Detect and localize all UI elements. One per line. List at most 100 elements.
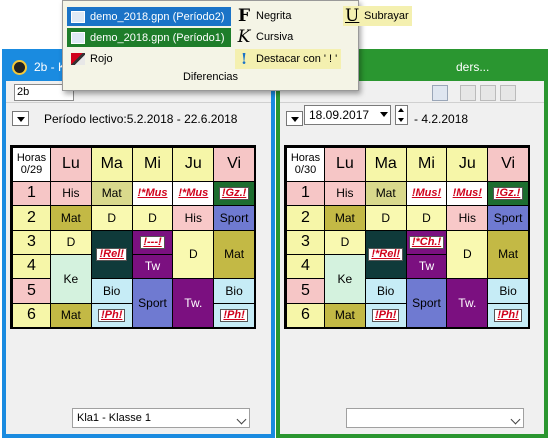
right-lesson[interactable]: Mat [365,182,406,206]
left-lesson[interactable]: Mat [214,230,254,279]
left-period-header: 4 [13,255,50,279]
left-lesson[interactable]: D [132,206,173,230]
differences-popup: demo_2018.gpn (Período2) demo_2018.gpn (… [62,0,412,91]
left-lesson[interactable]: !*Mus [132,182,173,206]
left-lesson[interactable]: !Rel! [91,230,132,279]
right-lesson[interactable]: Tw [406,255,447,279]
left-lesson-text: Tw [144,259,161,274]
left-lesson[interactable]: Tw. [173,279,214,327]
right-lesson[interactable]: Sport [406,279,447,327]
chevron-down-icon [236,414,247,425]
right-lesson[interactable]: Mat [325,303,365,327]
grid-view-icon[interactable] [432,85,448,101]
left-lesson[interactable]: Tw [132,255,173,279]
right-lesson[interactable]: Ke [325,255,365,303]
left-period-dropdown[interactable] [12,111,29,126]
left-lesson-text: Mat [224,247,245,262]
left-hours-cell: Horas 0/29 [13,148,50,181]
left-lesson-text: !Ph! [98,308,126,323]
right-lesson[interactable]: !*Rel! [365,230,406,279]
destacar-item[interactable]: ! Destacar con ' ! ' [235,49,342,69]
left-lesson[interactable]: Mat [91,182,132,206]
left-lesson[interactable]: Ke [51,255,91,303]
left-period-header: 2 [13,206,50,230]
left-lesson[interactable]: Mat [51,206,91,230]
date-field[interactable]: 18.09.2017 [304,105,391,125]
right-lesson-text: !Ph! [494,308,522,323]
right-lesson[interactable]: !Mus! [447,182,488,206]
right-lesson[interactable]: D [325,230,365,254]
date-spinner[interactable] [395,105,408,125]
left-lesson-text: !*Mus [137,186,168,199]
right-lesson[interactable]: Mat [325,206,365,230]
file-item-periodo2-label: demo_2018.gpn (Período2) [90,10,225,23]
left-lesson[interactable]: D [91,206,132,230]
exclamation-icon: ! [240,50,248,68]
right-lesson-text: !Ph! [372,308,400,323]
left-lesson[interactable]: His [173,206,214,230]
left-lesson-text: Sport [219,210,249,225]
file-item-periodo2[interactable]: demo_2018.gpn (Período2) [67,7,231,26]
right-lesson[interactable]: Bio [365,279,406,303]
underline-icon: U [345,6,360,26]
left-lesson[interactable]: !*Mus [173,182,214,206]
left-lesson[interactable]: Sport [132,279,173,327]
destacar-label: Destacar con ' ! ' [256,53,338,65]
right-lesson[interactable]: His [325,182,365,206]
right-lesson[interactable]: D [447,230,488,279]
right-lesson[interactable]: Mat [488,230,528,279]
right-lesson-text: Mat [334,308,355,323]
left-lesson[interactable]: D [51,230,91,254]
left-lesson-text: Bio [103,283,121,298]
right-lesson[interactable]: !*Ch.! [406,230,447,254]
left-lesson[interactable]: !Ph! [91,303,132,327]
screen: 2b - K 2b Período lectivo:5.2.2018 - 22.… [0,0,555,446]
negrita-item[interactable]: F Negrita [235,6,292,26]
right-bottom-bar [280,400,544,434]
file-item-periodo1[interactable]: demo_2018.gpn (Período1) [67,28,231,47]
right-lesson-text: Bio [499,283,517,298]
left-lesson[interactable]: Bio [91,279,132,303]
cursiva-item[interactable]: K Cursiva [235,27,294,47]
left-lesson[interactable]: !Gz.! [214,182,254,206]
right-lesson[interactable]: !Ph! [488,303,528,327]
right-lesson-text: Sport [493,210,523,225]
right-lesson-text: Tw [418,259,435,274]
right-class-select[interactable] [346,408,524,428]
chevron-down-icon [380,112,388,117]
right-lesson[interactable]: !Mus! [406,182,447,206]
spin-up-icon[interactable] [398,108,404,112]
left-lesson[interactable]: Bio [214,279,254,303]
right-lesson[interactable]: D [365,206,406,230]
right-lesson[interactable]: Tw. [447,279,488,327]
left-lesson[interactable]: !Ph! [214,303,254,327]
left-lesson[interactable]: Sport [214,206,254,230]
left-lesson[interactable]: Mat [51,303,91,327]
right-content: 18.09.2017 - 4.2.2018 Horas 0/30 Lu Ma Mi Ju… [280,103,544,434]
right-lesson-text: D [422,210,431,225]
right-period-dropdown[interactable] [286,111,303,126]
right-period-header: 2 [287,206,324,230]
right-lesson[interactable]: !Ph! [365,303,406,327]
left-day-header: Ma [91,148,132,181]
right-lesson[interactable]: D [406,206,447,230]
rojo-item[interactable]: Rojo [67,49,147,68]
undo-icon [500,85,516,101]
right-lesson[interactable]: Bio [488,279,528,303]
right-lesson[interactable]: His [447,206,488,230]
right-lesson-text: Mat [334,210,355,225]
left-lesson[interactable]: !---! [132,230,173,254]
subrayar-item[interactable]: U Subrayar [343,6,412,26]
right-lesson-text: Sport [412,295,441,310]
left-lesson[interactable]: His [51,182,91,206]
left-lesson-text: D [188,247,198,262]
left-lesson-text: Mat [101,186,122,201]
spin-down-icon[interactable] [398,118,404,122]
subrayar-label: Subrayar [364,10,409,22]
left-period-header: 5 [13,279,50,303]
right-lesson[interactable]: !Gz.! [488,182,528,206]
right-lesson[interactable]: Sport [488,206,528,230]
left-class-select[interactable]: Kla1 - Klasse 1 [72,408,250,428]
left-lesson-text: Mat [60,210,81,225]
left-lesson[interactable]: D [173,230,214,279]
